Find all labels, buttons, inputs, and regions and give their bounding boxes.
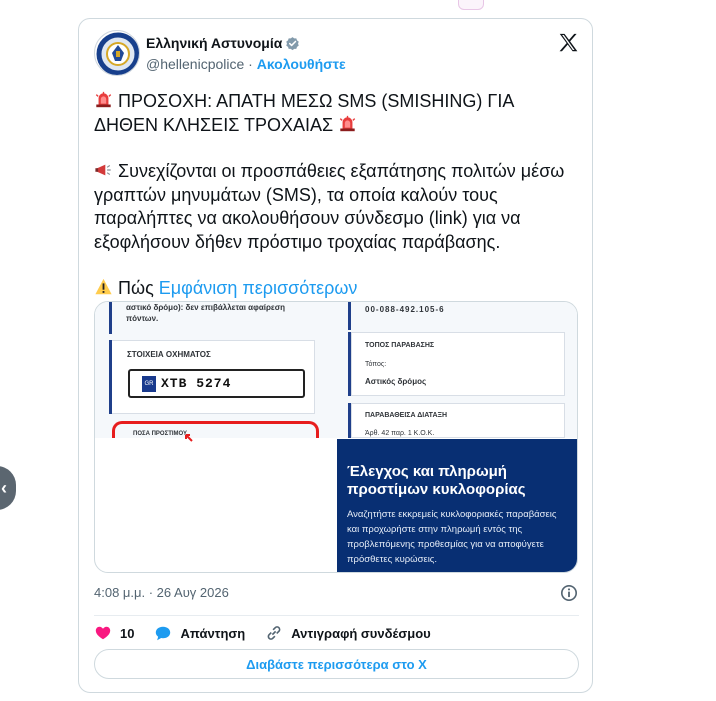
tweet-line-body: Συνεχίζονται οι προσπάθειες εξαπάτησης π… <box>94 160 579 254</box>
siren-icon <box>339 115 356 131</box>
warning-icon <box>95 278 112 295</box>
reply-icon <box>156 626 171 641</box>
place-label: Τόπος: <box>365 361 387 368</box>
copy-link-label: Αντιγραφή συνδέσμου <box>291 625 431 641</box>
tweet-header: Ελληνική Αστυνομία @hellenicpolice · Ακο… <box>94 30 579 78</box>
violation-value: Άρθ. 42 παρ. 1 Κ.Ο.Κ. <box>365 430 435 437</box>
tweet-line-warning: ΠΡΟΣΟΧΗ: ΑΠΑΤΗ ΜΕΣΩ SMS (SMISHING) ΓΙΑ Δ… <box>94 90 579 137</box>
fine-heading: ΠΟΣΑ ΠΡΟΣΤΙΜΟΥ <box>133 431 188 437</box>
tweet-timestamp[interactable]: 4:08 μ.μ. · 26 Αυγ 2026 <box>94 585 229 600</box>
left-accent-line <box>109 302 112 334</box>
tweet-media[interactable]: αστικό δρόμο): δεν επιβάλλεται αφαίρεση … <box>94 301 578 573</box>
follow-button[interactable]: Ακολουθήστε <box>257 56 346 72</box>
author-handle[interactable]: @hellenicpolice <box>146 56 244 72</box>
red-arrow-icon <box>185 434 193 442</box>
reference-accent-line <box>348 302 351 330</box>
tweet-text: ΠΡΟΣΟΧΗ: ΑΠΑΤΗ ΜΕΣΩ SMS (SMISHING) ΓΙΑ Δ… <box>94 90 579 301</box>
copy-link-button[interactable]: Αντιγραφή συνδέσμου <box>265 624 431 642</box>
megaphone-icon <box>95 164 111 176</box>
country-code: GR <box>142 375 156 392</box>
partial-icon <box>458 0 484 10</box>
link-icon <box>267 626 281 640</box>
left-note: αστικό δρόμο): δεν επιβάλλεται αφαίρεση … <box>126 303 286 323</box>
right-document: 00-088-492.105-6 ΤΟΠΟΣ ΠΑΡΑΒΑΣΗΣ Τόπος: … <box>341 302 575 438</box>
previous-arrow-icon[interactable]: ‹ <box>0 466 16 510</box>
place-heading: ΤΟΠΟΣ ΠΑΡΑΒΑΣΗΣ <box>365 342 435 349</box>
body-text: Συνεχίζονται οι προσπάθειες εξαπάτησης π… <box>94 161 565 252</box>
how-prefix: Πώς <box>118 278 154 298</box>
embedded-tweet-page: ‹ Ελληνική Αστυνομία @hellenicpolice · Α… <box>0 0 716 701</box>
author-name-row[interactable]: Ελληνική Αστυνομία <box>146 35 346 51</box>
author-name[interactable]: Ελληνική Αστυνομία <box>146 35 282 51</box>
warning-headline: ΠΡΟΣΟΧΗ: ΑΠΑΤΗ ΜΕΣΩ SMS (SMISHING) ΓΙΑ Δ… <box>94 91 514 135</box>
payment-card: Έλεγχος και πληρωμή προστίμων κυκλοφορία… <box>337 439 577 572</box>
plate-number: ΧΤΒ 5274 <box>161 376 232 391</box>
reply-button[interactable]: Απάντηση <box>154 624 245 642</box>
left-document: αστικό δρόμο): δεν επιβάλλεται αφαίρεση … <box>103 302 323 442</box>
like-button[interactable]: 10 <box>94 624 134 642</box>
violation-accent-line <box>348 403 351 438</box>
like-count: 10 <box>120 625 135 641</box>
vehicle-accent-line <box>109 340 112 414</box>
place-value: Αστικός δρόμος <box>365 377 427 386</box>
payment-description: Αναζητήστε εκκρεμείς κυκλοφοριακές παραβ… <box>347 509 557 565</box>
place-accent-line <box>348 332 351 396</box>
verified-badge-icon <box>286 36 300 50</box>
tweet-card: Ελληνική Αστυνομία @hellenicpolice · Ακο… <box>78 18 593 693</box>
avatar[interactable] <box>94 30 140 76</box>
reference-number: 00-088-492.105-6 <box>365 305 445 314</box>
handle-separator: · <box>248 56 253 72</box>
police-emblem-icon <box>96 32 139 75</box>
fine-document-screenshot: αστικό δρόμο): δεν επιβάλλεται αφαίρεση … <box>95 302 577 442</box>
show-more-link[interactable]: Εμφάνιση περισσότερων <box>159 278 358 298</box>
siren-icon <box>95 91 112 108</box>
read-more-button[interactable]: Διαβάστε περισσότερα στο X <box>94 649 579 679</box>
tweet-meta: 4:08 μ.μ. · 26 Αυγ 2026 <box>94 584 578 605</box>
tweet-actions: 10 Απάντηση Αντιγραφή συνδέσμου <box>94 622 579 644</box>
divider <box>94 615 579 616</box>
reply-label: Απάντηση <box>180 625 246 641</box>
author-info: Ελληνική Αστυνομία @hellenicpolice · Ακο… <box>146 35 346 72</box>
violation-heading: ΠΑΡΑΒΑΘΕΙΣΑ ΔΙΑΤΑΞΗ <box>365 412 448 419</box>
vehicle-heading: ΣΤΟΙΧΕΙΑ ΟΧΗΜΑΤΟΣ <box>127 350 211 359</box>
x-logo-icon[interactable] <box>557 32 579 54</box>
heart-icon <box>95 626 111 640</box>
tweet-line-how: Πώς Εμφάνιση περισσότερων <box>94 277 579 301</box>
payment-title: Έλεγχος και πληρωμή προστίμων κυκλοφορία… <box>347 463 526 498</box>
license-plate: GR ΧΤΒ 5274 <box>128 369 305 398</box>
info-icon[interactable] <box>560 584 578 602</box>
handle-row: @hellenicpolice · Ακολουθήστε <box>146 56 346 72</box>
